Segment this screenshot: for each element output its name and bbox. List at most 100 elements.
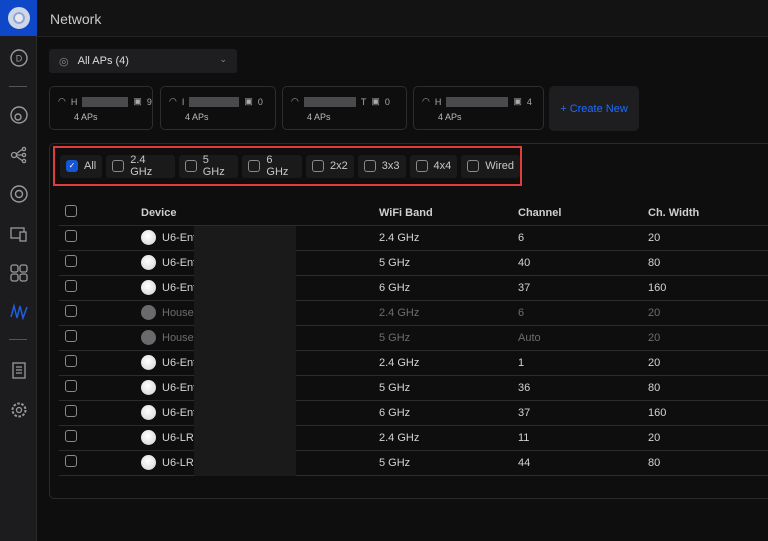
checkbox[interactable] bbox=[248, 160, 261, 172]
channel-width: 80 bbox=[648, 375, 768, 401]
channel: 44 bbox=[518, 450, 648, 476]
channel: 6 bbox=[518, 225, 648, 251]
access-point-icon bbox=[141, 305, 156, 320]
insights-icon[interactable] bbox=[0, 261, 37, 285]
channel: 36 bbox=[518, 375, 648, 401]
filter-2-4ghz[interactable]: 2.4 GHz bbox=[106, 154, 175, 178]
chevron-down-icon: ⌄ bbox=[219, 54, 227, 64]
ap-group-card[interactable]: ◠ H ▣ 9 4 APs bbox=[49, 86, 153, 130]
wifiman-icon[interactable] bbox=[0, 300, 37, 324]
table-row[interactable]: House 2.4 GHz 6 20 bbox=[59, 300, 768, 326]
channel-width: 20 bbox=[648, 225, 768, 251]
row-checkbox[interactable] bbox=[65, 380, 77, 392]
channel-width: 20 bbox=[648, 300, 768, 326]
device-name: House bbox=[162, 331, 194, 344]
ap-group-card[interactable]: ◠ T ▣ 0 4 APs bbox=[282, 86, 407, 130]
settings-icon[interactable] bbox=[0, 398, 37, 422]
table-row[interactable]: U6-Ent 6 GHz 37 160 bbox=[59, 400, 768, 426]
ap-group-select-value: All APs (4) bbox=[77, 55, 129, 67]
redacted-name bbox=[82, 96, 129, 107]
table-row[interactable]: U6-LR 2.4 GHz 11 20 bbox=[59, 425, 768, 451]
select-all-checkbox[interactable] bbox=[65, 205, 77, 218]
wifi-band: 2.4 GHz bbox=[379, 300, 518, 326]
unifi-devices-icon[interactable] bbox=[0, 182, 37, 206]
device-name: House bbox=[162, 306, 194, 319]
table-row[interactable]: U6-Ent 6 GHz 37 160 bbox=[59, 275, 768, 301]
wifi-band: 2.4 GHz bbox=[379, 225, 518, 251]
channel: 37 bbox=[518, 400, 648, 426]
access-point-icon bbox=[141, 405, 156, 420]
topology-icon[interactable] bbox=[0, 103, 37, 127]
table-row[interactable]: U6-LR 5 GHz 44 80 bbox=[59, 450, 768, 476]
device-name: U6-Ent bbox=[162, 381, 197, 394]
filter-2x2[interactable]: 2x2 bbox=[306, 154, 354, 178]
filter-4x4[interactable]: 4x4 bbox=[409, 154, 458, 178]
device-name: U6-Ent bbox=[162, 281, 197, 294]
row-checkbox[interactable] bbox=[65, 330, 77, 342]
system-log-icon[interactable] bbox=[0, 358, 37, 382]
row-checkbox[interactable] bbox=[65, 455, 77, 467]
clients-icon: ▣ bbox=[244, 96, 253, 106]
ap-group-card[interactable]: ◠ H ▣ 4 4 APs bbox=[413, 86, 544, 130]
checkbox[interactable] bbox=[363, 160, 376, 172]
row-checkbox[interactable] bbox=[65, 230, 77, 242]
table-row[interactable]: House 5 GHz Auto 20 bbox=[59, 325, 768, 351]
wifi-band: 2.4 GHz bbox=[379, 350, 518, 376]
checkbox[interactable] bbox=[467, 160, 480, 172]
row-checkbox[interactable] bbox=[65, 405, 77, 417]
ap-group-card[interactable]: ◠ I ▣ 0 4 APs bbox=[160, 86, 276, 130]
radio-table: Device WiFi Band Channel Ch. Width U6-En… bbox=[59, 201, 768, 476]
checkbox[interactable] bbox=[312, 160, 325, 172]
device-name: U6-LR bbox=[162, 456, 194, 469]
row-checkbox[interactable] bbox=[65, 255, 77, 267]
create-new-button[interactable]: + Create New bbox=[549, 86, 639, 131]
column-wifi-band[interactable]: WiFi Band bbox=[379, 201, 518, 226]
filter-wired[interactable]: Wired bbox=[461, 154, 521, 178]
checkbox[interactable] bbox=[415, 160, 428, 172]
checkbox-checked[interactable]: ✓ bbox=[66, 160, 78, 172]
channel: 40 bbox=[518, 250, 648, 276]
channel: 11 bbox=[518, 425, 648, 451]
clients-icon: ▣ bbox=[133, 96, 142, 106]
filter-all[interactable]: ✓ All bbox=[60, 154, 103, 178]
wifi-band: 6 GHz bbox=[379, 400, 518, 426]
table-row[interactable]: U6-Ent 5 GHz 40 80 bbox=[59, 250, 768, 276]
checkbox[interactable] bbox=[112, 160, 125, 172]
wifi-band: 5 GHz bbox=[379, 450, 518, 476]
device-name: U6-Ent bbox=[162, 231, 197, 244]
clients-icon: ▣ bbox=[513, 96, 522, 106]
device-name: U6-Ent bbox=[162, 406, 197, 419]
access-point-icon bbox=[141, 255, 156, 270]
ap-group-select[interactable]: ◎ All APs (4) ⌄ bbox=[49, 49, 237, 73]
page-title: Network bbox=[50, 11, 102, 27]
channel: 1 bbox=[518, 350, 648, 376]
unifi-logo[interactable] bbox=[0, 0, 37, 36]
clients-icon[interactable] bbox=[0, 143, 37, 167]
dashboard-icon[interactable]: D bbox=[0, 46, 37, 70]
row-checkbox[interactable] bbox=[65, 305, 77, 317]
redacted-name bbox=[189, 96, 240, 107]
filter-3x3[interactable]: 3x3 bbox=[357, 154, 406, 178]
sidebar-divider bbox=[9, 86, 27, 87]
row-checkbox[interactable] bbox=[65, 280, 77, 292]
filter-5ghz[interactable]: 5 GHz bbox=[178, 154, 239, 178]
row-checkbox[interactable] bbox=[65, 355, 77, 367]
table-row[interactable]: U6-Ent 2.4 GHz 1 20 bbox=[59, 350, 768, 376]
filter-6ghz[interactable]: 6 GHz bbox=[242, 154, 303, 178]
access-point-icon bbox=[141, 280, 156, 295]
redacted-name bbox=[446, 96, 509, 107]
client-devices-icon[interactable] bbox=[0, 222, 37, 246]
clients-icon: ▣ bbox=[371, 96, 380, 106]
column-device[interactable]: Device bbox=[141, 201, 379, 226]
column-channel[interactable]: Channel bbox=[518, 201, 648, 226]
checkbox[interactable] bbox=[184, 160, 197, 172]
row-checkbox[interactable] bbox=[65, 430, 77, 442]
access-point-icon bbox=[141, 330, 156, 345]
access-point-icon bbox=[141, 455, 156, 470]
column-ch-width[interactable]: Ch. Width bbox=[648, 201, 768, 226]
wifi-band: 5 GHz bbox=[379, 375, 518, 401]
table-row[interactable]: U6-Ent 2.4 GHz 6 20 bbox=[59, 225, 768, 251]
table-row[interactable]: U6-Ent 5 GHz 36 80 bbox=[59, 375, 768, 401]
device-name: U6-Ent bbox=[162, 356, 197, 369]
top-bar: Network bbox=[37, 0, 768, 37]
